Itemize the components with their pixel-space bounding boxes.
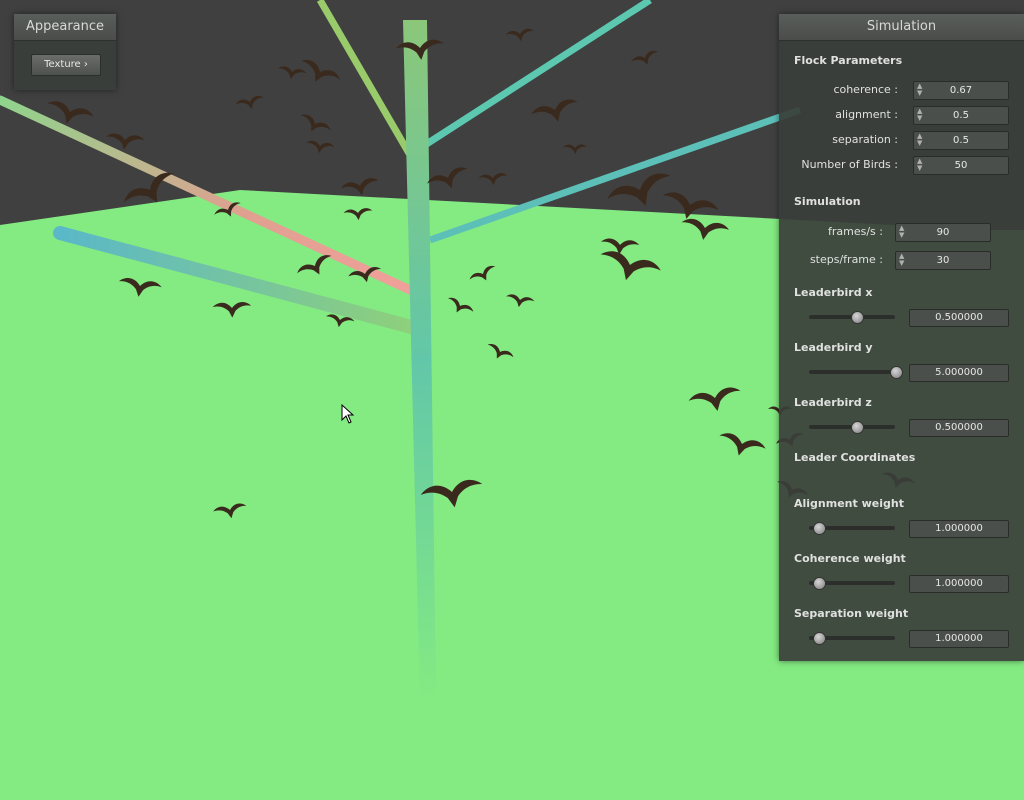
number-of-birds-label: Number of Birds : [801, 158, 898, 171]
separation-weight-value[interactable]: 1.000000 [909, 630, 1009, 648]
coherence-label: coherence : [833, 83, 898, 96]
simulation-section-title: Simulation [794, 195, 861, 208]
separation-spinbox[interactable]: ▲ ▼ 0.5 [913, 131, 1009, 150]
spin-arrows-icon[interactable]: ▲ ▼ [899, 253, 904, 267]
number-of-birds-spinbox[interactable]: ▲ ▼ 50 [913, 156, 1009, 175]
leaderbird-z-slider[interactable] [809, 421, 895, 434]
coherence-weight-value[interactable]: 1.000000 [909, 575, 1009, 593]
spin-arrows-icon[interactable]: ▲ ▼ [917, 158, 922, 172]
texture-button[interactable]: Texture › [31, 54, 101, 76]
steps-per-frame-spinbox[interactable]: ▲ ▼ 30 [895, 251, 991, 270]
leaderbird-x-label: Leaderbird x [794, 286, 873, 299]
alignment-value: 0.5 [953, 110, 969, 121]
leader-coordinates-title: Leader Coordinates [794, 451, 916, 464]
number-of-birds-value: 50 [954, 160, 968, 171]
spin-arrows-icon[interactable]: ▲ ▼ [917, 133, 922, 147]
spin-arrows-icon[interactable]: ▲ ▼ [899, 225, 904, 239]
alignment-label: alignment : [835, 108, 898, 121]
coherence-weight-slider[interactable] [809, 577, 895, 590]
chevron-right-icon: › [83, 59, 88, 70]
texture-button-label: Texture [44, 59, 81, 70]
simulation-panel: Simulation Flock Parameters coherence : … [779, 14, 1024, 661]
simulation-panel-title[interactable]: Simulation [779, 14, 1024, 41]
slider-handle[interactable] [851, 421, 865, 434]
alignment-weight-value[interactable]: 1.000000 [909, 520, 1009, 538]
leaderbird-y-label: Leaderbird y [794, 341, 873, 354]
separation-weight-slider[interactable] [809, 632, 895, 645]
appearance-panel-title[interactable]: Appearance [14, 14, 116, 41]
flock-parameters-title: Flock Parameters [794, 54, 903, 67]
coherence-spinbox[interactable]: ▲ ▼ 0.67 [913, 81, 1009, 100]
separation-label: separation : [832, 133, 898, 146]
slider-handle[interactable] [890, 366, 903, 379]
leaderbird-x-slider[interactable] [809, 311, 895, 324]
alignment-spinbox[interactable]: ▲ ▼ 0.5 [913, 106, 1009, 125]
steps-per-frame-label: steps/frame : [809, 253, 883, 266]
spin-arrows-icon[interactable]: ▲ ▼ [917, 83, 922, 97]
slider-handle[interactable] [812, 522, 826, 535]
leaderbird-z-label: Leaderbird z [794, 396, 872, 409]
steps-per-frame-value: 30 [936, 255, 950, 266]
coherence-weight-label: Coherence weight [794, 552, 906, 565]
leaderbird-y-value[interactable]: 5.000000 [909, 364, 1009, 382]
leaderbird-z-value[interactable]: 0.500000 [909, 419, 1009, 437]
appearance-panel: Appearance Texture › [14, 14, 116, 90]
leaderbird-x-value[interactable]: 0.500000 [909, 309, 1009, 327]
slider-handle[interactable] [851, 311, 865, 324]
frames-per-second-value: 90 [936, 227, 950, 238]
frames-per-second-label: frames/s : [828, 225, 883, 238]
slider-handle[interactable] [812, 577, 826, 590]
spin-arrows-icon[interactable]: ▲ ▼ [917, 108, 922, 122]
slider-handle[interactable] [812, 632, 826, 645]
coherence-value: 0.67 [949, 85, 973, 96]
leaderbird-y-slider[interactable] [809, 366, 903, 379]
separation-value: 0.5 [953, 135, 969, 146]
mouse-cursor-icon [341, 404, 355, 424]
separation-weight-label: Separation weight [794, 607, 909, 620]
alignment-weight-label: Alignment weight [794, 497, 904, 510]
frames-per-second-spinbox[interactable]: ▲ ▼ 90 [895, 223, 991, 242]
alignment-weight-slider[interactable] [809, 522, 895, 535]
